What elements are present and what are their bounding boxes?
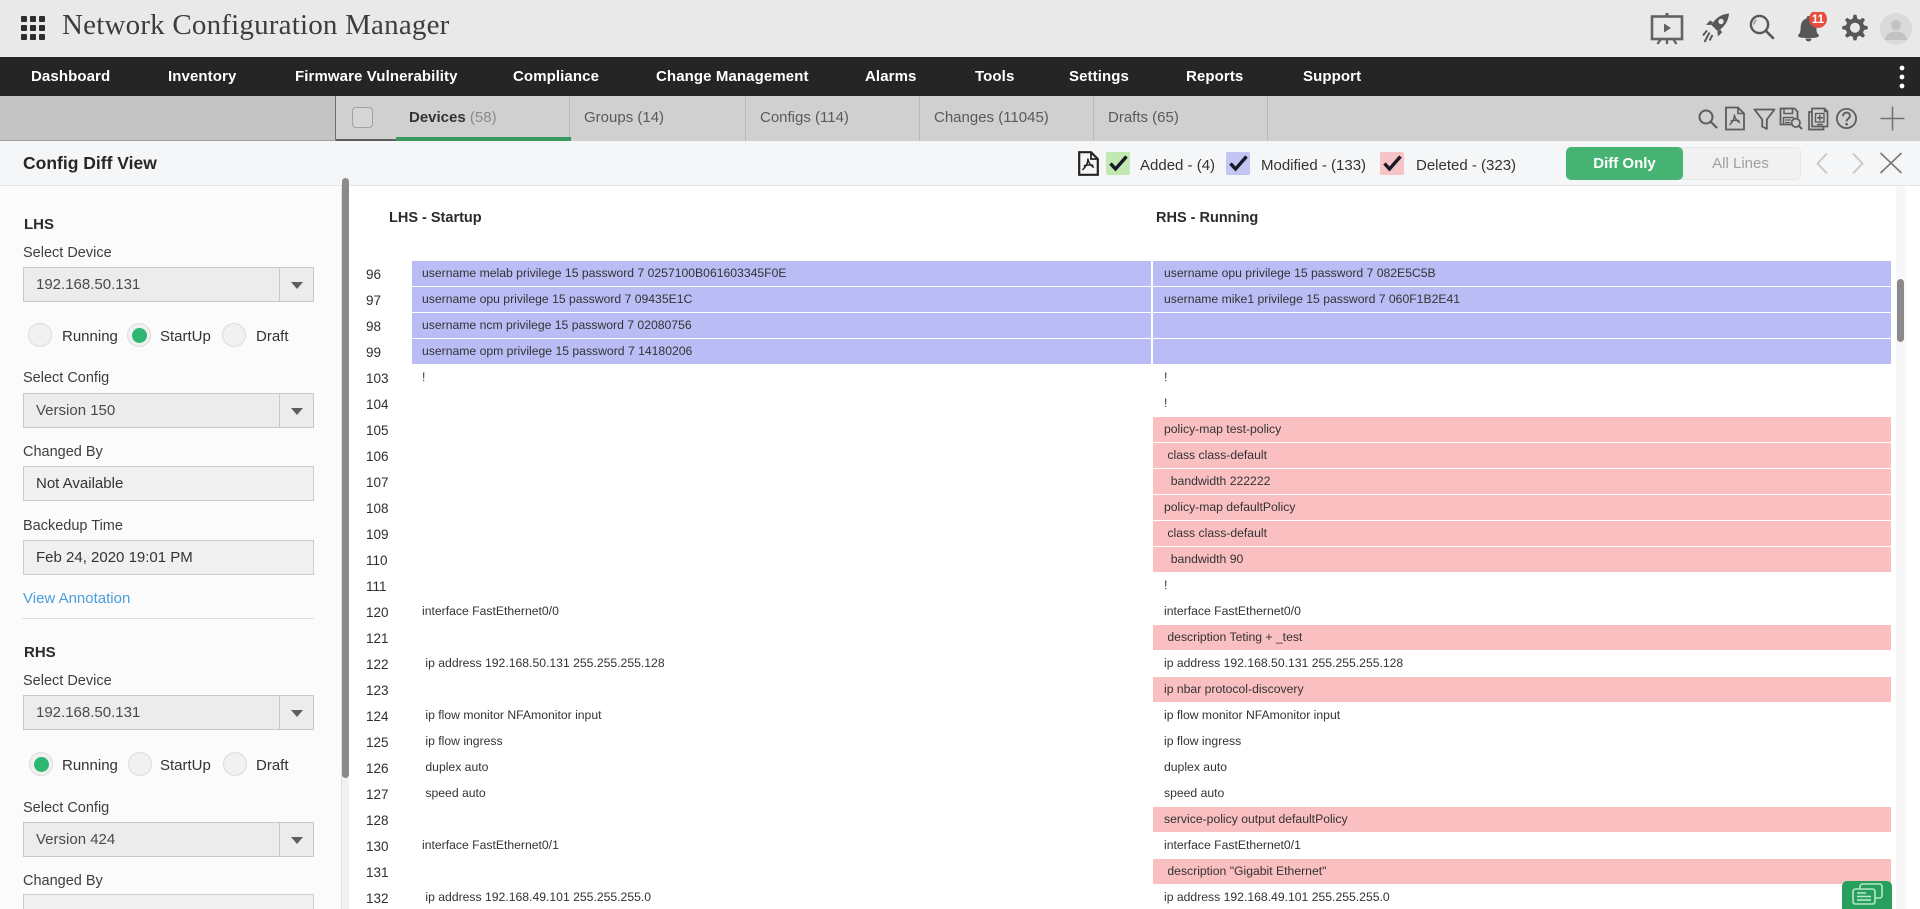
svg-text:11: 11	[1812, 14, 1825, 26]
